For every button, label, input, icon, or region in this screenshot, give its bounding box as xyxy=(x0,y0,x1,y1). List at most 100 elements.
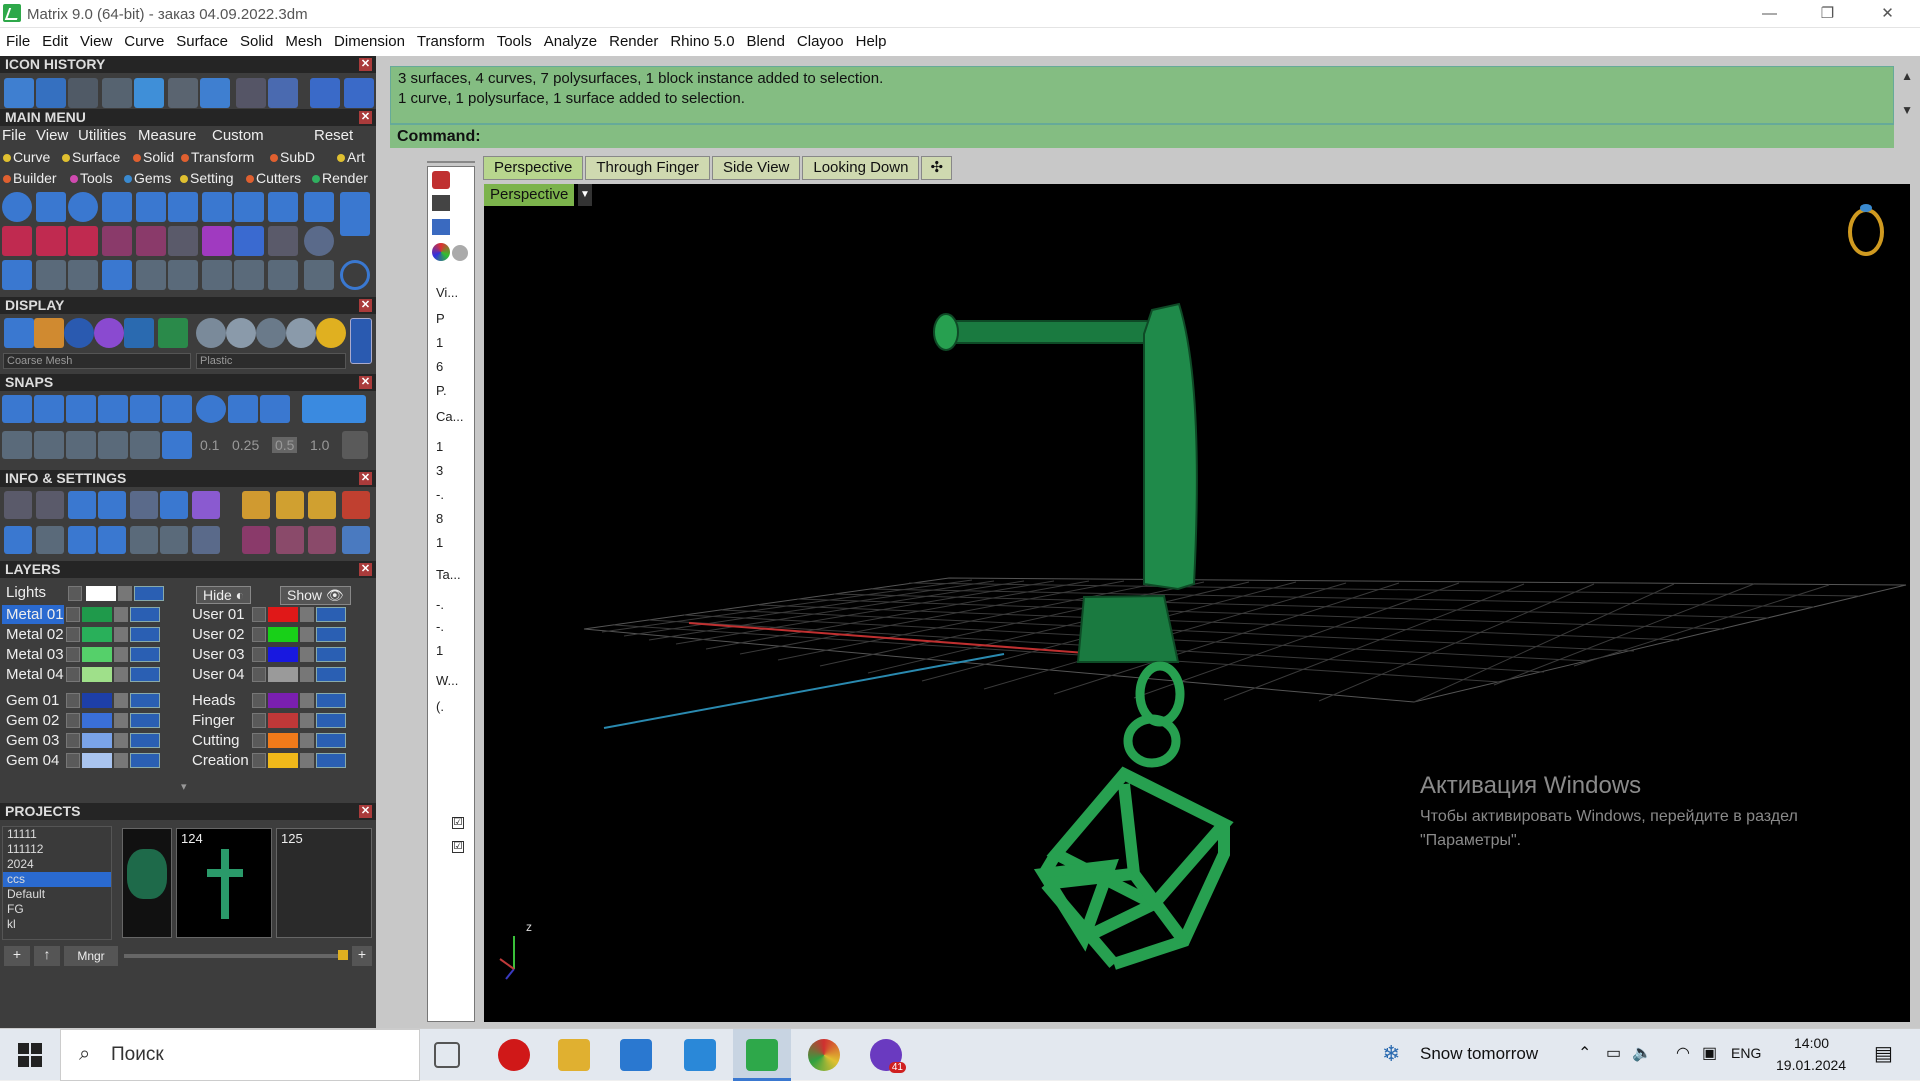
export-icon[interactable] xyxy=(276,491,304,519)
tab-looking-down[interactable]: Looking Down xyxy=(802,156,920,180)
menu-analyze[interactable]: Analyze xyxy=(538,28,603,56)
weather-text[interactable]: Snow tomorrow xyxy=(1420,1044,1538,1064)
chain-icon[interactable] xyxy=(304,192,334,222)
expand-arrow-icon[interactable] xyxy=(66,667,80,682)
layer-name[interactable]: User 04 xyxy=(188,665,250,684)
mesh-icon[interactable] xyxy=(168,78,198,108)
clock-time[interactable]: 14:00 xyxy=(1794,1035,1829,1051)
layer-name[interactable]: Gem 03 xyxy=(2,731,64,750)
tab-perspective[interactable]: Perspective xyxy=(483,156,584,180)
lock-icon[interactable] xyxy=(114,713,128,728)
mm-builder[interactable]: Builder xyxy=(3,170,57,186)
mm-cutters[interactable]: Cutters xyxy=(246,170,301,186)
task-view-icon[interactable] xyxy=(434,1042,460,1068)
sidebar-field[interactable]: Ca... xyxy=(436,409,463,424)
split-icon[interactable] xyxy=(268,260,298,290)
layer-name[interactable]: Cutting xyxy=(188,731,250,750)
snap-value-2[interactable]: 0.25 xyxy=(232,437,259,453)
snap-value-4[interactable]: 1.0 xyxy=(310,437,329,453)
layer-color-swatch[interactable] xyxy=(268,753,298,768)
sidebar-field[interactable]: 1 xyxy=(436,643,443,658)
layer-name[interactable]: Gem 01 xyxy=(2,691,64,710)
monitor-icon[interactable] xyxy=(432,195,450,211)
plastic-sphere-icon[interactable] xyxy=(286,318,316,348)
wire-cube[interactable] xyxy=(1033,766,1234,970)
file-explorer-icon[interactable] xyxy=(558,1039,590,1071)
clock-date[interactable]: 19.01.2024 xyxy=(1776,1057,1846,1073)
osnap-icon[interactable] xyxy=(98,431,128,459)
bail-arm[interactable] xyxy=(1143,302,1198,591)
layers-info-icon[interactable] xyxy=(98,491,126,519)
sidebar-field[interactable]: W... xyxy=(436,673,458,688)
pendant-model[interactable] xyxy=(933,302,1234,970)
gear-icon[interactable] xyxy=(452,245,468,261)
rendered-icon[interactable] xyxy=(64,318,94,348)
ortho-icon[interactable] xyxy=(34,431,64,459)
tab-through-finger[interactable]: Through Finger xyxy=(585,156,710,180)
inspect-icon[interactable] xyxy=(36,491,64,519)
ring-preview-icon[interactable] xyxy=(1848,204,1884,256)
snap-toggle-icon[interactable] xyxy=(302,395,366,423)
lock-icon[interactable] xyxy=(300,733,314,748)
lock-icon[interactable] xyxy=(300,693,314,708)
head-icon[interactable] xyxy=(168,192,198,222)
snap-tan-icon[interactable] xyxy=(228,395,258,423)
sidebar-field[interactable]: -. xyxy=(436,619,444,634)
layer-row[interactable]: Metal 04 xyxy=(2,665,182,684)
grid-snap-icon[interactable] xyxy=(2,431,32,459)
notes-icon[interactable] xyxy=(192,526,220,554)
menu-help[interactable]: Help xyxy=(850,28,893,56)
mm-render[interactable]: Render xyxy=(312,170,368,186)
menu-transform[interactable]: Transform xyxy=(411,28,491,56)
camera-icon[interactable] xyxy=(342,526,370,554)
environment-icon[interactable] xyxy=(124,318,154,348)
viewport-canvas[interactable] xyxy=(484,184,1910,1022)
planar-icon[interactable] xyxy=(66,431,96,459)
camera-icon[interactable]: ▣ xyxy=(1702,1043,1717,1063)
layer-color-swatch[interactable] xyxy=(82,753,112,768)
visibility-toggle[interactable] xyxy=(316,627,346,642)
visibility-toggle[interactable] xyxy=(130,713,160,728)
show-button[interactable]: Show 👁 xyxy=(280,586,351,605)
visibility-toggle[interactable] xyxy=(316,647,346,662)
sidebar-field[interactable]: P xyxy=(436,311,445,326)
visibility-toggle[interactable] xyxy=(316,713,346,728)
close-button[interactable]: ✕ xyxy=(1859,0,1916,28)
box-icon[interactable] xyxy=(68,526,96,554)
filter-icon[interactable] xyxy=(130,526,158,554)
expand-arrow-icon[interactable] xyxy=(66,627,80,642)
expand-arrow-icon[interactable] xyxy=(252,713,266,728)
lock-icon[interactable] xyxy=(114,733,128,748)
visibility-toggle[interactable] xyxy=(316,753,346,768)
layer-name[interactable]: User 02 xyxy=(188,625,250,644)
projects-list[interactable]: 11111 111112 2024 ccs Default FG kl xyxy=(2,826,112,940)
sidebar-field[interactable]: 1 xyxy=(436,535,443,550)
project-item[interactable]: kl xyxy=(3,917,111,932)
layer-color-swatch[interactable] xyxy=(268,713,298,728)
chevron-down-icon[interactable]: ▼ xyxy=(578,184,592,206)
menu-surface[interactable]: Surface xyxy=(170,28,234,56)
project-item[interactable]: FG xyxy=(3,902,111,917)
project-item[interactable]: 11111 xyxy=(3,827,111,842)
metal-sphere-icon[interactable] xyxy=(196,318,226,348)
gold-sphere-icon[interactable] xyxy=(316,318,346,348)
visibility-toggle[interactable] xyxy=(130,733,160,748)
tab-side-view[interactable]: Side View xyxy=(711,156,801,180)
menu-clayoo[interactable]: Clayoo xyxy=(791,28,850,56)
visibility-toggle[interactable] xyxy=(130,607,160,622)
layer-name[interactable]: Finger xyxy=(188,711,250,730)
expand-arrow-icon[interactable] xyxy=(66,693,80,708)
opera-browser-icon[interactable] xyxy=(498,1039,530,1071)
layer-color-swatch[interactable] xyxy=(268,733,298,748)
layer-name[interactable]: Metal 03 xyxy=(2,645,64,664)
menu-view[interactable]: View xyxy=(74,28,118,56)
bail-block[interactable] xyxy=(1076,594,1180,663)
layer-color-swatch[interactable] xyxy=(82,647,112,662)
fillet-icon[interactable] xyxy=(68,260,98,290)
language-indicator[interactable]: ENG xyxy=(1731,1045,1761,1061)
visibility-toggle[interactable] xyxy=(130,753,160,768)
layer-name[interactable]: Heads xyxy=(188,691,250,710)
snap-mid-icon[interactable] xyxy=(98,395,128,423)
lock-icon[interactable] xyxy=(114,627,128,642)
layer-color-swatch[interactable] xyxy=(82,667,112,682)
